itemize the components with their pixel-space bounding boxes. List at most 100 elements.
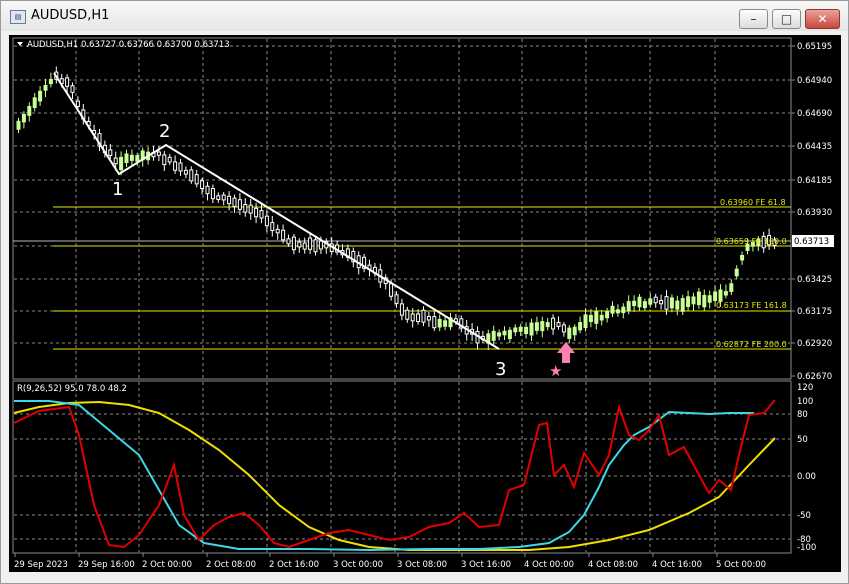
price-tick-label: 0.65195 <box>797 42 832 52</box>
candle-body <box>610 305 615 314</box>
time-tick-label: 3 Oct 08:00 <box>397 560 447 570</box>
candle-body <box>243 204 248 213</box>
minimize-button[interactable]: – <box>739 9 768 29</box>
candle-body <box>302 242 307 250</box>
candle-body <box>119 156 124 171</box>
indicator-tick-label: 0.00 <box>797 472 816 482</box>
indicator-tick-label: 80 <box>797 410 808 420</box>
candle-body <box>702 295 707 308</box>
grid <box>14 39 790 552</box>
price-tick-label: 0.63425 <box>797 275 832 285</box>
candle-body <box>162 154 167 166</box>
candle-body <box>497 332 502 337</box>
candle-body <box>135 155 140 162</box>
candle-body <box>729 283 734 292</box>
candle-body <box>275 228 280 234</box>
indicator-header: R(9,26,52) 95.0 78.0 48.2 <box>17 384 127 394</box>
wave-label-2: 2 <box>159 121 170 142</box>
window-title: AUDUSD,H1 <box>31 8 110 23</box>
indicator-tick-label: 50 <box>797 435 808 445</box>
close-button[interactable]: ✕ <box>805 9 840 29</box>
indicator-tick-label: 100 <box>797 397 813 407</box>
candle-body <box>626 301 631 312</box>
candle-body <box>70 85 75 93</box>
candle-body <box>210 188 215 200</box>
dropdown-arrow-icon[interactable] <box>17 42 23 46</box>
candle-body <box>405 309 410 320</box>
candle-body <box>221 194 226 201</box>
candle-body <box>227 195 232 205</box>
candle-body <box>75 100 80 107</box>
fib-label-161-8: 0.63173 FE 161.8 <box>716 301 787 310</box>
candle-body <box>686 296 691 308</box>
candle-body <box>561 324 566 333</box>
candle-body <box>529 322 534 336</box>
candle-body <box>178 162 183 172</box>
candle-body <box>551 317 556 330</box>
candle-body <box>65 77 70 87</box>
candle-body <box>21 113 26 123</box>
price-scale: 0.65195 0.64940 0.64690 0.64435 0.64185 0.639… <box>791 42 832 382</box>
time-tick-label: 3 Oct 00:00 <box>333 560 383 570</box>
buy-arrow-icon[interactable] <box>557 342 575 363</box>
time-tick-label: 2 Oct 00:00 <box>142 560 192 570</box>
star-icon: ★ <box>549 362 562 380</box>
wave-line[interactable] <box>53 72 500 350</box>
candle-body <box>637 296 642 308</box>
maximize-button[interactable]: □ <box>772 9 801 29</box>
symbol-header: AUDUSD,H1 0.63727 0.63766 0.63700 0.6371… <box>27 40 230 50</box>
candle-body <box>410 313 415 322</box>
candle-body <box>183 169 188 175</box>
indicator-tick-label: -50 <box>797 511 811 521</box>
chart-window: ▤ AUDUSD,H1 – □ ✕ 0.63960 FE 61.8 0.6365… <box>0 0 849 584</box>
indicator-tick-label: -100 <box>797 543 816 553</box>
candle-body <box>540 321 545 332</box>
candle-body <box>308 237 313 250</box>
fibonacci-expansion[interactable] <box>53 206 791 350</box>
candle-body <box>32 97 37 108</box>
price-tick-label: 0.64435 <box>797 142 832 152</box>
candle-body <box>653 296 658 304</box>
candle-body <box>48 78 53 85</box>
title-bar[interactable]: ▤ AUDUSD,H1 – □ ✕ <box>1 1 848 31</box>
candle-body <box>718 289 723 302</box>
candle-body <box>38 90 43 102</box>
candle-body <box>270 222 275 232</box>
time-tick-label: 2 Oct 08:00 <box>206 560 256 570</box>
candle-body <box>113 157 118 165</box>
candle-body <box>108 149 113 157</box>
candle-body <box>713 291 718 302</box>
candle-body <box>621 306 626 314</box>
chart-area[interactable]: 0.63960 FE 61.8 0.63659 FE 100.0 0.63173… <box>9 35 841 572</box>
candle-body <box>421 309 426 323</box>
candle-body <box>507 329 512 340</box>
candle-body <box>43 84 48 91</box>
candle-body <box>318 240 323 250</box>
candle-body <box>518 326 523 332</box>
candle-body <box>173 161 178 171</box>
time-tick-label: 29 Sep 16:00 <box>78 560 135 570</box>
price-tick-label: 0.62670 <box>797 372 832 382</box>
candle-body <box>394 294 399 304</box>
candle-body <box>389 283 394 297</box>
candle-body <box>156 151 161 156</box>
time-tick-label: 5 Oct 00:00 <box>716 560 766 570</box>
chart-window-icon: ▤ <box>10 10 26 24</box>
candle-body <box>707 295 712 303</box>
candle-body <box>648 298 653 305</box>
price-tick-label: 0.63175 <box>797 307 832 317</box>
candle-body <box>723 291 728 296</box>
candle-body <box>129 154 134 161</box>
candle-body <box>189 169 194 182</box>
candle-body <box>216 195 221 201</box>
indicator-scale: 12010080500.00-50-80-100 <box>797 383 816 553</box>
candle-body <box>502 330 507 336</box>
candle-body <box>642 301 647 309</box>
candle-body <box>632 300 637 307</box>
candlestick-series <box>16 66 777 350</box>
candle-body <box>281 229 286 241</box>
candle-body <box>416 313 421 322</box>
chart-svg[interactable]: 0.63960 FE 61.8 0.63659 FE 100.0 0.63173… <box>9 35 841 572</box>
price-tick-label: 0.64940 <box>797 76 832 86</box>
candle-body <box>194 174 199 185</box>
